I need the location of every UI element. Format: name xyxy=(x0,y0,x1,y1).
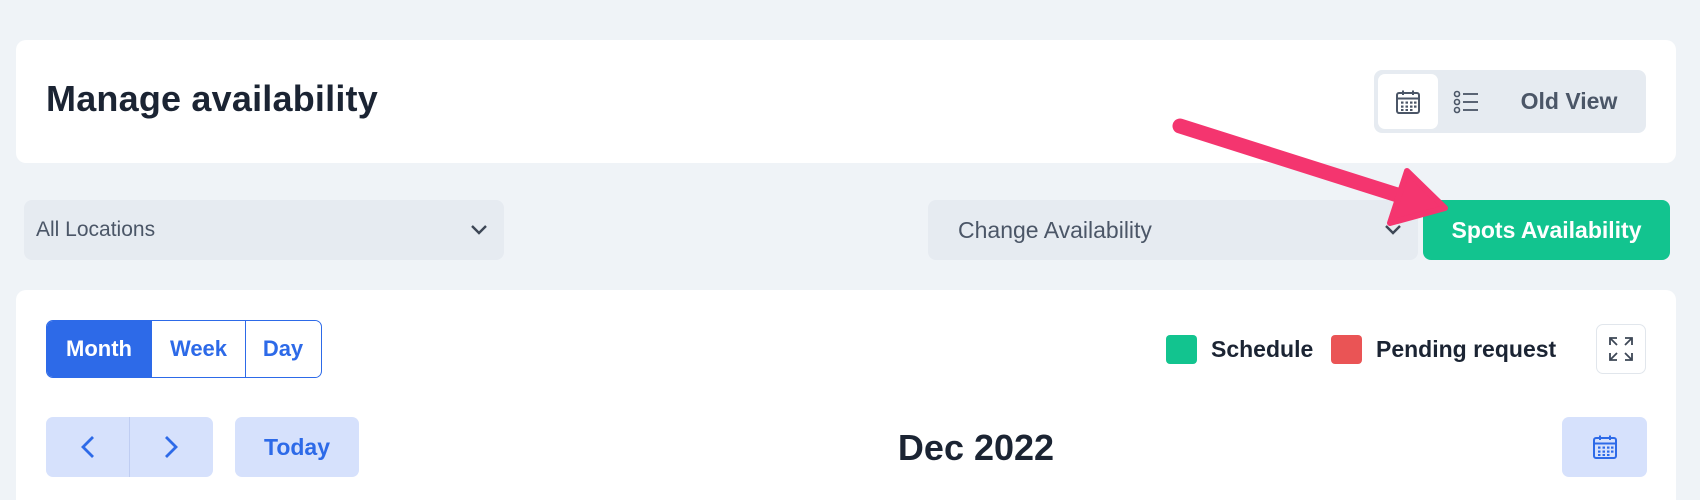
legend-label-pending: Pending request xyxy=(1376,336,1557,362)
next-button[interactable] xyxy=(129,417,212,477)
page-title: Manage availability xyxy=(46,78,378,119)
location-select[interactable]: All Locations xyxy=(24,200,504,260)
tab-month[interactable]: Month xyxy=(47,321,151,377)
tab-week[interactable]: Week xyxy=(151,321,245,377)
legend-label-schedule: Schedule xyxy=(1211,336,1314,362)
calendar-icon xyxy=(1396,90,1420,114)
change-availability-value: Change Availability xyxy=(958,216,1152,243)
calendar-icon xyxy=(1592,435,1617,459)
calendar-view-button[interactable] xyxy=(1378,74,1438,129)
chevron-left-icon xyxy=(80,436,94,458)
chevron-down-icon xyxy=(1384,224,1402,236)
current-period-title: Dec 2022 xyxy=(897,427,1055,468)
location-select-value: All Locations xyxy=(36,218,156,241)
legend-swatch-schedule xyxy=(1166,335,1197,364)
legend-swatch-pending xyxy=(1331,335,1362,364)
prev-button[interactable] xyxy=(46,417,129,477)
change-availability-select[interactable]: Change Availability xyxy=(928,200,1418,260)
calendar-card: Month Week Day Schedule Pending request … xyxy=(16,290,1676,500)
legend-schedule: Schedule xyxy=(1166,335,1313,364)
date-picker-button[interactable] xyxy=(1562,417,1647,477)
expand-button[interactable] xyxy=(1596,324,1646,374)
calendar-nav xyxy=(46,417,213,477)
range-tabs: Month Week Day xyxy=(46,320,322,378)
list-icon xyxy=(1453,90,1478,113)
spots-availability-button[interactable]: Spots Availability xyxy=(1423,200,1670,260)
chevron-right-icon xyxy=(165,436,178,458)
tab-day[interactable]: Day xyxy=(245,321,320,377)
old-view-button[interactable]: Old View xyxy=(1504,74,1634,129)
header-card: Manage availability Old View xyxy=(16,40,1676,163)
chevron-down-icon xyxy=(470,224,488,236)
today-button[interactable]: Today xyxy=(235,417,359,477)
legend-pending: Pending request xyxy=(1331,335,1556,364)
view-switch: Old View xyxy=(1374,70,1646,133)
list-view-button[interactable] xyxy=(1446,74,1486,129)
expand-icon xyxy=(1609,337,1633,361)
